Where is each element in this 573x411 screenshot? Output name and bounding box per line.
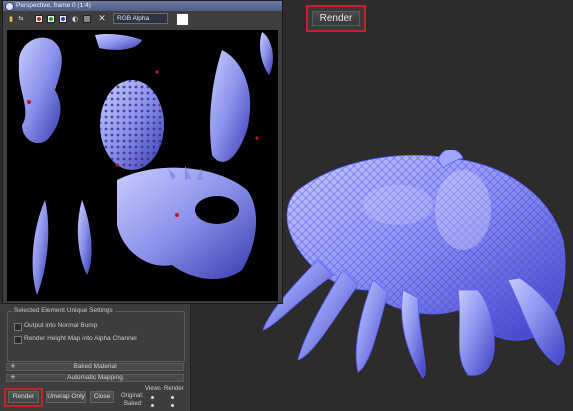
monochrome-icon[interactable]: ◐ — [71, 15, 79, 23]
rendered-normal-map — [7, 30, 278, 301]
automatic-mapping-label: Automatic Mapping — [67, 374, 123, 381]
clone-window-icon[interactable]: ⇆ — [17, 15, 25, 23]
unique-settings-group: Selected Element Unique Settings Output … — [7, 307, 185, 362]
unwrap-only-button[interactable]: Unwrap Only — [46, 391, 86, 403]
app-icon — [5, 2, 14, 11]
normal-map-image — [18, 32, 273, 295]
baked-material-rollout[interactable]: + Baked Material — [6, 362, 184, 371]
automatic-mapping-rollout[interactable]: + Automatic Mapping — [6, 373, 184, 382]
render-button-highlight: Render — [306, 5, 366, 32]
panel-render-button[interactable]: Render — [8, 391, 39, 403]
render-button[interactable]: Render — [312, 11, 360, 26]
save-image-icon[interactable]: ▮ — [7, 15, 15, 23]
original-views-radio[interactable] — [151, 396, 154, 399]
normal-bump-label: Output into Normal Bump — [24, 322, 98, 329]
normal-bump-checkbox[interactable] — [14, 323, 22, 331]
render-to-texture-panel: Selected Element Unique Settings Output … — [0, 304, 191, 411]
alpha-channel-icon[interactable] — [83, 15, 91, 23]
original-label: Original: — [121, 393, 144, 399]
original-render-radio[interactable] — [171, 396, 174, 399]
channel-select[interactable]: RGB Alpha — [113, 13, 168, 24]
height-map-label: Render Height Map into Alpha Channel — [24, 335, 137, 342]
height-map-checkbox[interactable] — [14, 336, 22, 344]
creature-model[interactable] — [258, 150, 573, 386]
baked-render-radio[interactable] — [171, 404, 174, 407]
green-channel-icon[interactable] — [47, 15, 55, 23]
views-label: Views — [145, 386, 161, 392]
group-title: Selected Element Unique Settings — [12, 307, 115, 314]
red-channel-icon[interactable] — [35, 15, 43, 23]
close-button[interactable]: Close — [90, 391, 114, 403]
blue-channel-icon[interactable] — [59, 15, 67, 23]
rendered-frame-window[interactable]: Perspective, frame 0 (1:4) ▮ ⇆ ◐ ✕ RGB A… — [2, 0, 283, 304]
render-column-label: Render — [164, 386, 184, 392]
color-swatch[interactable] — [176, 13, 189, 26]
clear-icon[interactable]: ✕ — [98, 15, 106, 24]
baked-material-label: Baked Material — [73, 363, 117, 370]
window-titlebar[interactable]: Perspective, frame 0 (1:4) — [3, 1, 282, 11]
baked-views-radio[interactable] — [151, 404, 154, 407]
baked-label: Baked: — [124, 401, 143, 407]
window-title: Perspective, frame 0 (1:4) — [16, 2, 91, 9]
